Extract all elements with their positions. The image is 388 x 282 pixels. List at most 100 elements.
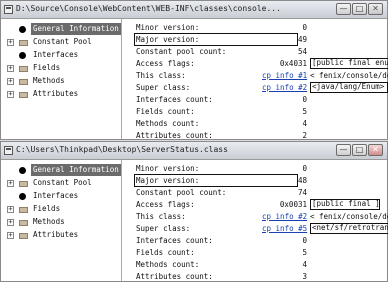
expand-icon[interactable]: + — [7, 78, 14, 85]
maximize-button[interactable]: □ — [352, 3, 367, 15]
field-value: 0 — [302, 164, 307, 173]
field-label: Minor version: — [136, 23, 200, 32]
minimize-button[interactable]: — — [336, 144, 351, 156]
field-label: Super class: — [136, 224, 191, 233]
field-value: 0 — [302, 236, 307, 245]
field-label: Attributes count: — [136, 272, 213, 281]
field-label: Major version: — [136, 35, 200, 44]
info-row-major-version: Major version: 49 — [136, 34, 386, 45]
field-label: Minor version: — [136, 164, 200, 173]
title-bar[interactable]: D:\Source\Console\WebContent\WEB-INF\cla… — [1, 1, 387, 19]
field-value: 4 — [302, 260, 307, 269]
class-name-text: < fenix/console/domai — [310, 212, 388, 221]
field-value: 0 — [302, 23, 307, 32]
close-button[interactable]: ✕ — [368, 144, 383, 156]
field-label: Major version: — [136, 176, 200, 185]
field-label: Access flags: — [136, 200, 195, 209]
super-class-name: <java/lang/Enum> — [310, 82, 388, 93]
field-label: This class: — [136, 71, 186, 80]
access-flags-description: [public final ] — [310, 199, 380, 210]
expand-icon[interactable]: + — [7, 65, 14, 72]
field-value: 5 — [302, 248, 307, 257]
close-button[interactable]: ✕ — [368, 3, 383, 15]
minimize-button[interactable]: — — [336, 3, 351, 15]
info-row-attributes-count: Attributes count: 2 — [136, 130, 386, 141]
field-label: Constant pool count: — [136, 47, 227, 56]
info-row-this-class: This class: cp info #2 < fenix/console/d… — [136, 211, 388, 222]
tree-item-label: Interfaces — [33, 191, 79, 200]
tree-item-label: Methods — [33, 76, 65, 85]
super-class-name: <net/sf/retrotranslat — [310, 223, 388, 234]
maximize-button[interactable]: □ — [352, 144, 367, 156]
field-value: 48 — [297, 176, 307, 185]
expand-icon[interactable]: + — [7, 180, 14, 187]
field-label: Super class: — [136, 83, 191, 92]
field-label: Fields count: — [136, 107, 195, 116]
bullet-icon — [19, 52, 26, 59]
cp-info-link[interactable]: cp info #5 — [262, 223, 307, 234]
folder-icon — [19, 79, 28, 85]
window-icon — [4, 5, 13, 14]
field-value: 54 — [297, 47, 307, 56]
access-flags-description: [public final enum] — [310, 58, 388, 69]
general-information-panel: Minor version: 0 Major version: 48 Const… — [122, 160, 388, 281]
field-value: 5 — [302, 107, 307, 116]
field-value: 49 — [297, 35, 307, 44]
tree-item-label: Fields — [33, 204, 61, 213]
expand-icon[interactable]: + — [7, 219, 14, 226]
window-title: C:\Users\Thinkpad\Desktop\ServerStatus.c… — [16, 145, 228, 154]
tree-item-label: Constant Pool — [33, 37, 92, 46]
info-row-super-class: Super class: cp info #5 <net/sf/retrotra… — [136, 223, 388, 234]
tree-item-label: General Information — [31, 164, 121, 176]
classfile-window-1: D:\Source\Console\WebContent\WEB-INF\cla… — [0, 0, 388, 140]
info-row-fields-count: Fields count: 5 — [136, 106, 386, 117]
folder-icon — [19, 92, 28, 98]
general-information-panel: Minor version: 0 Major version: 49 Const… — [122, 19, 388, 141]
tree-item-label: General Information — [31, 23, 121, 35]
title-bar[interactable]: C:\Users\Thinkpad\Desktop\ServerStatus.c… — [1, 142, 387, 160]
field-label: Constant pool count: — [136, 188, 227, 197]
cp-info-link[interactable]: cp info #2 — [262, 82, 307, 93]
info-row-interfaces-count: Interfaces count: 0 — [136, 235, 386, 246]
info-row-minor-version: Minor version: 0 — [136, 22, 386, 33]
field-value: 2 — [302, 131, 307, 140]
field-value: 4 — [302, 119, 307, 128]
field-label: Interfaces count: — [136, 95, 213, 104]
window-icon — [4, 146, 13, 155]
tree-item-label: Fields — [33, 63, 61, 72]
field-label: Interfaces count: — [136, 236, 213, 245]
tree-item-label: Methods — [33, 217, 65, 226]
tree-item-label: Interfaces — [33, 50, 79, 59]
info-row-interfaces-count: Interfaces count: 0 — [136, 94, 386, 105]
info-row-constant-pool-count: Constant pool count: 74 — [136, 187, 386, 198]
folder-icon — [19, 233, 28, 239]
expand-icon[interactable]: + — [7, 232, 14, 239]
field-label: Fields count: — [136, 248, 195, 257]
field-label: This class: — [136, 212, 186, 221]
info-row-super-class: Super class: cp info #2 <java/lang/Enum> — [136, 82, 388, 93]
field-value: 74 — [297, 188, 307, 197]
cp-info-link[interactable]: cp info #2 — [262, 211, 307, 222]
folder-icon — [19, 40, 28, 46]
info-row-constant-pool-count: Constant pool count: 54 — [136, 46, 386, 57]
expand-icon[interactable]: + — [7, 91, 14, 98]
info-row-fields-count: Fields count: 5 — [136, 247, 386, 258]
info-row-access-flags: Access flags: 0x0031 [public final ] — [136, 199, 386, 210]
structure-tree: General Information + Constant Pool Inte… — [1, 160, 122, 281]
bullet-icon — [19, 167, 26, 174]
field-value: 0x4031 — [279, 59, 307, 68]
classfile-window-2: C:\Users\Thinkpad\Desktop\ServerStatus.c… — [0, 141, 388, 282]
field-value: 0x0031 — [279, 200, 307, 209]
field-value: 0 — [302, 95, 307, 104]
folder-icon — [19, 181, 28, 187]
field-value: 3 — [302, 272, 307, 281]
field-label: Attributes count: — [136, 131, 213, 140]
expand-icon[interactable]: + — [7, 39, 14, 46]
field-label: Methods count: — [136, 119, 200, 128]
class-name-text: < fenix/console/domai — [310, 71, 388, 80]
info-row-major-version: Major version: 48 — [136, 175, 386, 186]
cp-info-link[interactable]: cp info #1 — [262, 70, 307, 81]
folder-icon — [19, 220, 28, 226]
folder-icon — [19, 207, 28, 213]
expand-icon[interactable]: + — [7, 206, 14, 213]
